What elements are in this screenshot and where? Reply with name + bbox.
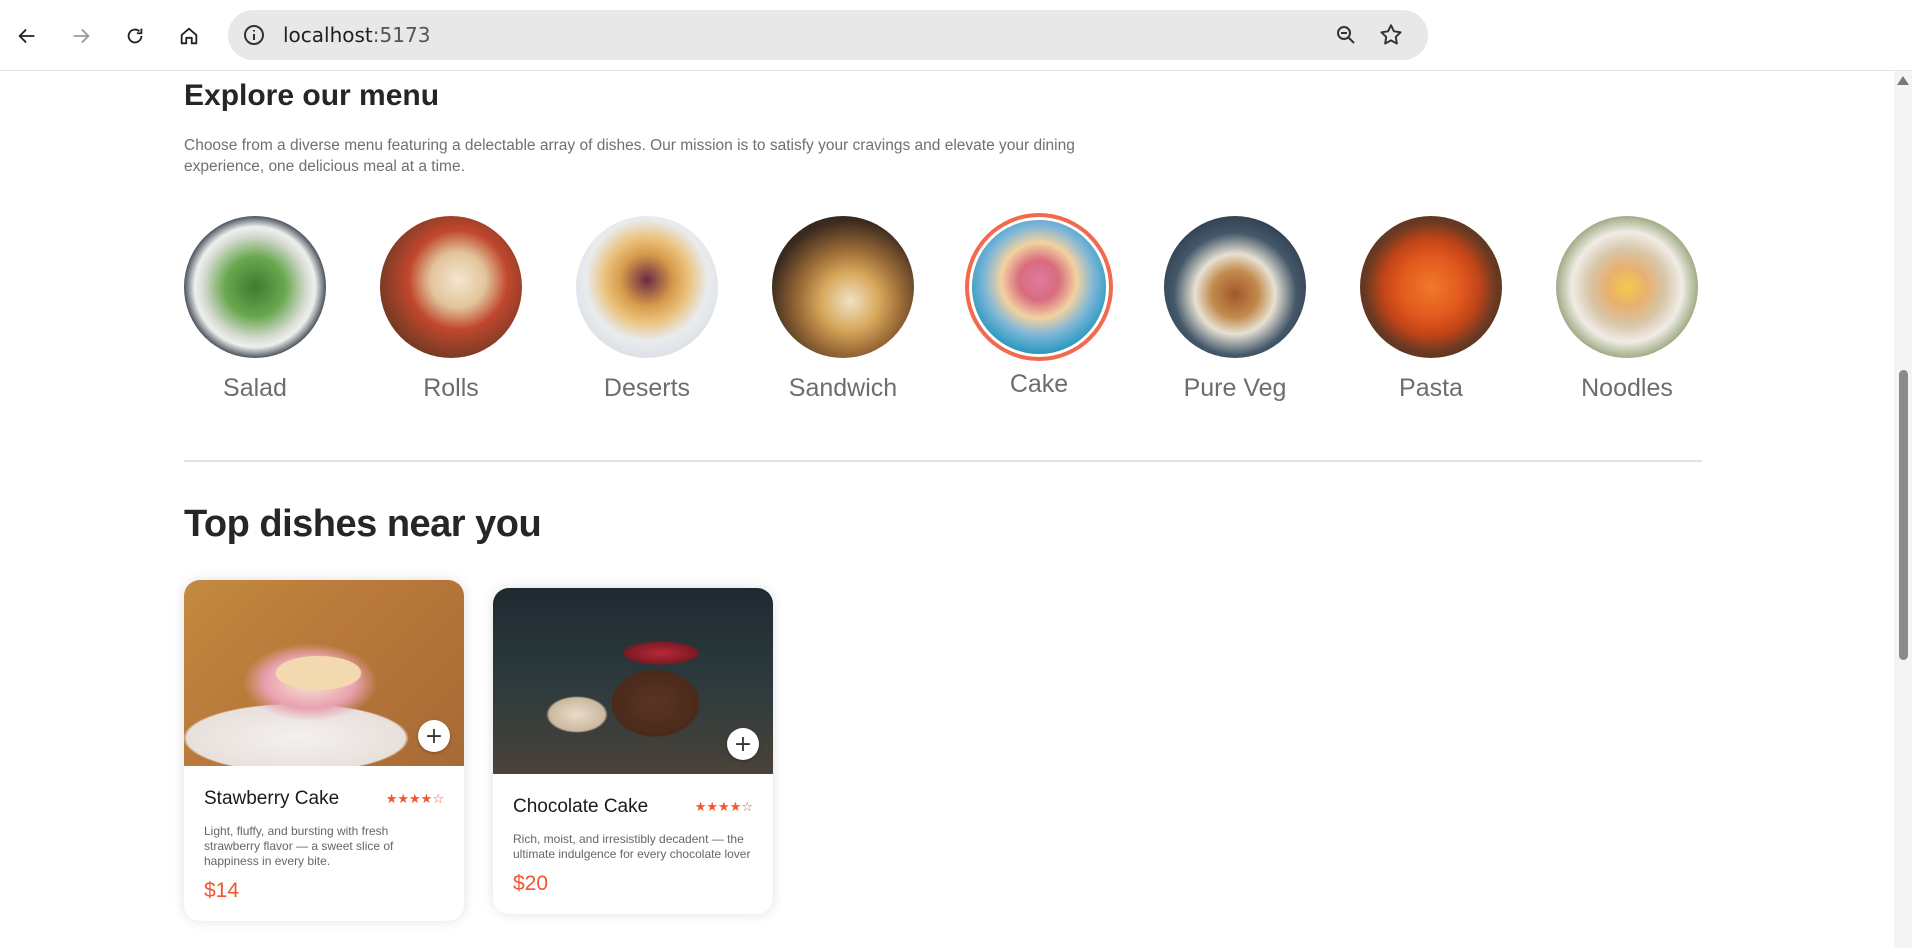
plus-icon: + (733, 731, 753, 757)
card-body: Chocolate Cake ★★★★☆ Rich, moist, and ir… (493, 774, 773, 914)
category-salad[interactable]: Salad (182, 216, 328, 403)
chocolate-cake-image: + (493, 588, 773, 774)
address-bar[interactable]: localhost:5173 (228, 10, 1428, 60)
scrollbar-thumb[interactable] (1899, 370, 1908, 660)
sandwich-image (772, 216, 914, 358)
cake-image (972, 220, 1106, 354)
strawberry-cake-image: + (184, 580, 464, 766)
url-host: localhost (283, 23, 373, 47)
arrow-left-icon (18, 28, 35, 44)
add-to-cart-button[interactable]: + (418, 720, 450, 752)
pasta-image (1360, 216, 1502, 358)
card-body: Stawberry Cake ★★★★☆ Light, fluffy, and … (184, 766, 464, 921)
salad-image (184, 216, 326, 358)
deserts-image (576, 216, 718, 358)
back-button[interactable] (9, 18, 45, 54)
category-label: Pasta (1399, 374, 1463, 402)
category-sandwich[interactable]: Sandwich (770, 216, 916, 403)
scroll-up-arrow-icon[interactable] (1897, 76, 1909, 85)
rolls-image (380, 216, 522, 358)
category-label: Noodles (1581, 374, 1673, 402)
site-info-icon[interactable] (242, 23, 266, 47)
dish-name: Chocolate Cake (513, 796, 649, 817)
bookmark-star-icon[interactable] (1378, 22, 1404, 48)
url-port: :5173 (372, 23, 431, 47)
top-dishes-title: Top dishes near you (184, 503, 542, 545)
category-label: Pure Veg (1183, 374, 1287, 402)
forward-button[interactable] (63, 18, 99, 54)
category-pure-veg[interactable]: Pure Veg (1162, 216, 1308, 403)
menu-description: Choose from a diverse menu featuring a d… (184, 137, 1075, 175)
home-button[interactable] (171, 18, 207, 54)
home-icon (180, 27, 198, 45)
category-rolls[interactable]: Rolls (378, 216, 524, 403)
section-divider (184, 460, 1702, 462)
reload-icon (127, 28, 143, 44)
url-text[interactable]: localhost:5173 (283, 23, 430, 47)
category-label: Salad (223, 374, 287, 402)
food-card-strawberry-cake[interactable]: + Stawberry Cake ★★★★☆ Light, fluffy, an… (184, 580, 464, 921)
dish-price: $20 (513, 872, 549, 895)
add-to-cart-button[interactable]: + (727, 728, 759, 760)
category-cake[interactable]: Cake (966, 216, 1112, 399)
dish-description: Light, fluffy, and bursting with fresh s… (204, 824, 394, 868)
zoom-icon[interactable] (1334, 23, 1358, 47)
arrow-right-icon (73, 28, 90, 44)
menu-title: Explore our menu (184, 79, 440, 112)
plus-icon: + (424, 723, 444, 749)
dish-description: Rich, moist, and irresistibly decadent —… (513, 832, 751, 861)
category-label: Cake (1009, 370, 1069, 398)
noodles-image (1556, 216, 1698, 358)
rating-stars-icon: ★★★★☆ (694, 799, 753, 815)
category-deserts[interactable]: Deserts (574, 216, 720, 403)
category-pasta[interactable]: Pasta (1358, 216, 1504, 403)
browser-toolbar: localhost:5173 (0, 0, 1912, 71)
category-label: Deserts (603, 374, 691, 402)
dish-price: $14 (204, 879, 240, 902)
pure-veg-image (1164, 216, 1306, 358)
category-label: Rolls (423, 374, 479, 402)
category-label: Sandwich (788, 374, 898, 402)
rating-stars-icon: ★★★★☆ (385, 791, 444, 807)
reload-button[interactable] (117, 18, 153, 54)
dish-name: Stawberry Cake (204, 788, 340, 809)
category-noodles[interactable]: Noodles (1554, 216, 1700, 403)
food-card-chocolate-cake[interactable]: + Chocolate Cake ★★★★☆ Rich, moist, and … (493, 588, 773, 914)
